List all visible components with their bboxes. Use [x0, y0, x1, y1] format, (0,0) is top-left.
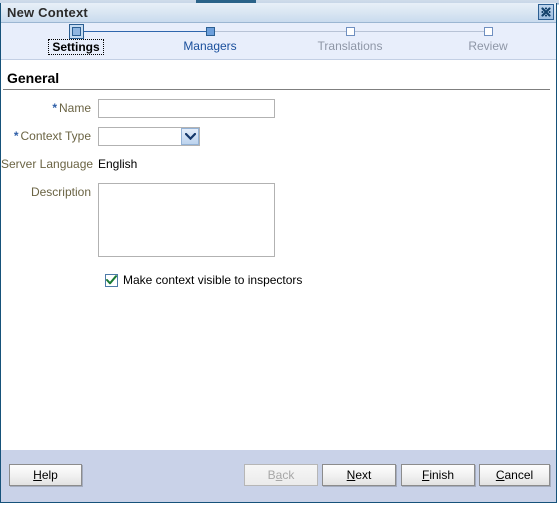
next-button-label: Next — [346, 468, 372, 482]
wizard-step-translations-node — [345, 27, 355, 36]
finish-button-label: Finish — [421, 468, 455, 482]
wizard-step-review-node — [483, 27, 493, 36]
back-button: Back — [244, 464, 318, 486]
new-context-dialog: New Context Settings Managers Translatio… — [0, 3, 557, 503]
back-button-label: Back — [267, 468, 295, 482]
name-required-marker: * — [52, 101, 57, 115]
form-row-context-type: * Context Type — [1, 127, 556, 146]
form-row-server-language: Server Language English — [1, 155, 556, 174]
screenshot-root: New Context Settings Managers Translatio… — [0, 0, 559, 505]
dialog-footer: Help Back Next Finish Cancel — [1, 449, 556, 502]
server-language-value-wrap: English — [98, 155, 137, 174]
name-label: Name — [58, 101, 91, 115]
help-button-label: Help — [33, 468, 58, 482]
finish-button[interactable]: Finish — [401, 464, 475, 486]
wizard-step-translations: Translations — [285, 23, 415, 55]
cancel-button-label: Cancel — [495, 468, 534, 482]
name-label-wrap: * Name — [1, 99, 98, 118]
cancel-button[interactable]: Cancel — [479, 464, 550, 486]
context-type-select[interactable] — [98, 127, 200, 146]
chevron-down-icon[interactable] — [181, 128, 199, 145]
general-form: * Name * Context Type Server Language En… — [1, 99, 556, 287]
server-language-value: English — [98, 157, 138, 171]
description-label: Description — [30, 185, 91, 199]
form-row-name: * Name — [1, 99, 556, 118]
wizard-train: Settings Managers Translations Review — [1, 23, 556, 60]
wizard-step-settings[interactable]: Settings — [11, 23, 141, 56]
section-title-general: General — [7, 70, 60, 86]
wizard-step-translations-label: Translations — [317, 39, 383, 53]
visible-to-inspectors-row: Make context visible to inspectors — [105, 273, 556, 287]
visible-to-inspectors-label: Make context visible to inspectors — [123, 273, 303, 287]
context-type-field-wrap — [98, 127, 200, 146]
wizard-step-managers[interactable]: Managers — [145, 23, 275, 55]
description-textarea[interactable] — [98, 183, 275, 257]
context-type-label: Context Type — [20, 129, 92, 143]
dialog-titlebar: New Context — [1, 3, 556, 23]
wizard-step-settings-label: Settings — [48, 39, 104, 55]
help-button[interactable]: Help — [9, 464, 82, 486]
close-icon[interactable] — [538, 4, 554, 20]
description-field-wrap — [98, 183, 275, 262]
dialog-content: General * Name * Context Type Server Lan… — [1, 60, 556, 449]
next-button[interactable]: Next — [322, 464, 396, 486]
name-field-wrap — [98, 99, 275, 118]
check-icon — [106, 275, 117, 285]
context-type-label-wrap: * Context Type — [1, 127, 98, 146]
context-type-required-marker: * — [13, 129, 19, 143]
server-language-label: Server Language — [1, 157, 94, 171]
section-divider — [3, 89, 550, 90]
wizard-step-review-label: Review — [468, 39, 508, 53]
wizard-step-review: Review — [423, 23, 553, 55]
form-row-description: Description — [1, 183, 556, 262]
wizard-step-settings-node — [68, 24, 84, 39]
dialog-title: New Context — [7, 5, 88, 20]
wizard-step-managers-label: Managers — [183, 39, 237, 53]
wizard-step-managers-node — [205, 27, 215, 36]
visible-to-inspectors-checkbox[interactable] — [105, 273, 118, 287]
name-input[interactable] — [98, 99, 275, 118]
